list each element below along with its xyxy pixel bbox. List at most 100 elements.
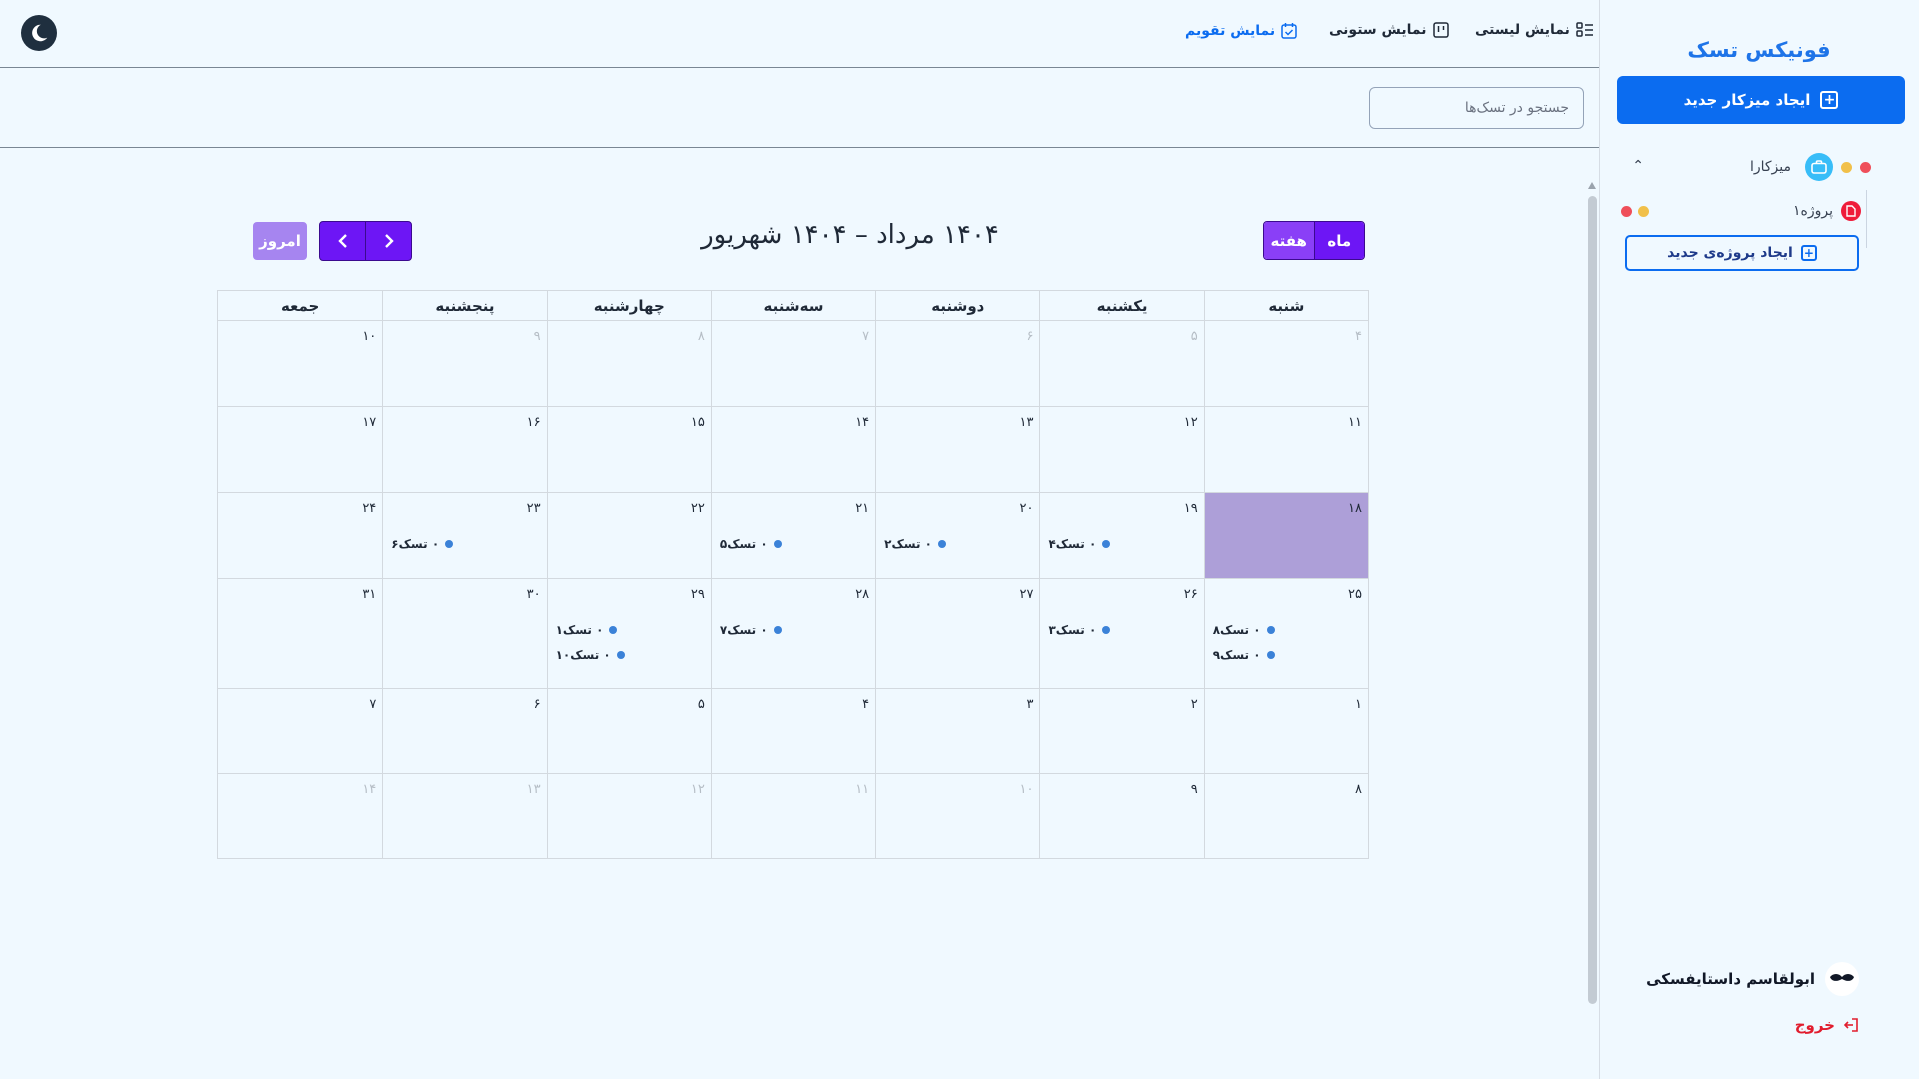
calendar-body: ۴ ۵ ۶ ۷ ۸ ۹ ۱۰ ۱۱ ۱۲ ۱۳ ۱۴ ۱۵ ۱۶ ۱۷ ۱۸ ۱۹ ۰ تسک۴ ۲۰ ۰ تسک۲… xyxy=(218,321,1368,858)
calendar-day-cell[interactable]: ۳ xyxy=(875,689,1040,774)
calendar-event[interactable]: ۰ تسک۷ xyxy=(720,617,867,642)
calendar-day-cell[interactable]: ۱۶ xyxy=(382,407,547,493)
calendar-day-cell[interactable]: ۵ xyxy=(546,689,711,774)
calendar-day-cell[interactable]: ۸ xyxy=(546,321,711,407)
calendar-day-cell[interactable]: ۴ xyxy=(710,689,876,774)
user-name: ابولقاسم داستایفسکی xyxy=(1646,970,1815,988)
calendar-nav-group xyxy=(319,221,412,261)
logout-button[interactable]: خروج xyxy=(1795,1016,1859,1034)
calendar-day-cell[interactable]: ۲۹ ۰ تسک۱ ۰ تسک۱۰ xyxy=(546,579,711,689)
calendar-day-cell[interactable]: ۲۱ ۰ تسک۵ xyxy=(710,493,876,579)
calendar-event[interactable]: ۰ تسک۱ xyxy=(556,617,703,642)
event-dot-icon xyxy=(1266,625,1275,634)
calendar-event[interactable]: ۰ تسک۳ xyxy=(1048,617,1195,642)
tab-list-view[interactable]: نمایش لیستی xyxy=(1475,22,1594,38)
day-number: ۲۴ xyxy=(362,501,377,516)
mustache-icon xyxy=(1830,974,1854,981)
scrollbar[interactable] xyxy=(1587,182,1597,1008)
calendar-view-switch: هفته ماه xyxy=(1263,221,1365,260)
week-view-button[interactable]: هفته xyxy=(1264,222,1314,259)
calendar-day-cell[interactable]: ۴ xyxy=(1203,321,1368,407)
day-number: ۱۱ xyxy=(1348,415,1362,430)
day-number: ۴ xyxy=(1355,329,1362,344)
event-label: ۰ تسک۹ xyxy=(1212,647,1261,662)
calendar-day-cell[interactable]: ۱۴ xyxy=(218,774,382,858)
brand-logo-text: فونیکس تسک xyxy=(1687,38,1831,62)
today-button[interactable]: امروز xyxy=(253,222,307,260)
calendar-day-cell[interactable]: ۱۳ xyxy=(875,407,1040,493)
search-input[interactable] xyxy=(1369,87,1584,129)
new-project-button[interactable]: + ایجاد پروژه‌ی جدید xyxy=(1625,235,1859,271)
calendar-day-cell[interactable]: ۳۰ xyxy=(382,579,547,689)
event-dot-icon xyxy=(1266,650,1275,659)
calendar-day-cell[interactable]: ۱۷ xyxy=(218,407,383,493)
calendar-event[interactable]: ۰ تسک۲ xyxy=(884,531,1031,556)
search-bar xyxy=(0,68,1599,148)
calendar-day-cell[interactable]: ۱۰ xyxy=(875,774,1039,858)
calendar-event[interactable]: ۰ تسک۵ xyxy=(720,531,867,556)
day-number: ۲۰ xyxy=(1019,501,1034,516)
calendar-day-cell[interactable]: ۷ xyxy=(710,321,876,407)
scroll-up-arrow-icon[interactable] xyxy=(1588,182,1596,189)
theme-toggle-button[interactable] xyxy=(21,15,57,51)
sidebar-item-workspace[interactable]: میزکارا xyxy=(1631,152,1871,182)
calendar-day-cell[interactable]: ۱۲ xyxy=(546,774,711,858)
tab-column-view[interactable]: نمایش ستونی xyxy=(1329,22,1449,38)
day-number: ۲۵ xyxy=(1348,587,1362,602)
calendar-day-cell[interactable]: ۱۱ xyxy=(710,774,875,858)
calendar-day-cell[interactable]: ۲۰ ۰ تسک۲ xyxy=(875,493,1040,579)
event-list: ۰ تسک۱ ۰ تسک۱۰ xyxy=(556,617,703,667)
scroll-thumb[interactable] xyxy=(1588,196,1597,1004)
status-dot xyxy=(1638,205,1649,217)
calendar-day-cell[interactable]: ۲۴ xyxy=(218,493,383,579)
calendar-day-cell[interactable]: ۲۶ ۰ تسک۳ xyxy=(1039,579,1204,689)
status-dot xyxy=(1841,161,1852,173)
day-number: ۲۳ xyxy=(526,501,541,516)
tab-calendar-view[interactable]: نمایش تقویم xyxy=(1185,22,1297,39)
weekday-header-cell: جمعه xyxy=(280,296,320,315)
calendar-day-cell[interactable]: ۶ xyxy=(382,689,547,774)
next-button[interactable] xyxy=(365,222,411,260)
event-dot-icon xyxy=(773,539,782,548)
calendar-event[interactable]: ۰ تسک۹ xyxy=(1213,642,1360,667)
calendar-day-cell[interactable]: ۸ xyxy=(1203,774,1368,858)
new-workspace-button[interactable]: + ایجاد میزکار جدید xyxy=(1617,76,1905,124)
month-view-button[interactable]: ماه xyxy=(1313,222,1364,259)
calendar-day-cell[interactable]: ۹ xyxy=(382,321,547,407)
day-number: ۴ xyxy=(862,697,870,712)
calendar-day-cell[interactable]: ۱۳ xyxy=(382,774,546,858)
calendar-day-cell[interactable]: ۱۵ xyxy=(546,407,711,493)
day-number: ۲۹ xyxy=(690,587,705,602)
calendar-day-cell-today[interactable]: ۱۸ xyxy=(1203,493,1368,579)
new-project-label: ایجاد پروژه‌ی جدید xyxy=(1667,245,1793,261)
event-dot-icon xyxy=(1102,539,1111,548)
calendar-day-cell[interactable]: ۲۷ xyxy=(875,579,1040,689)
calendar-day-cell[interactable]: ۲ xyxy=(1039,689,1204,774)
day-number: ۹ xyxy=(1190,782,1198,797)
calendar-day-cell[interactable]: ۶ xyxy=(875,321,1040,407)
calendar-day-cell[interactable]: ۱ xyxy=(1203,689,1368,774)
calendar-day-cell[interactable]: ۱۴ xyxy=(710,407,876,493)
calendar-day-cell[interactable]: ۱۱ xyxy=(1203,407,1368,493)
calendar-day-cell[interactable]: ۲۸ ۰ تسک۷ xyxy=(710,579,876,689)
calendar-day-cell[interactable]: ۳۱ xyxy=(218,579,383,689)
calendar-event[interactable]: ۰ تسک۸ xyxy=(1213,617,1360,642)
calendar-day-cell[interactable]: ۱۲ xyxy=(1039,407,1204,493)
calendar-day-cell[interactable]: ۲۵ ۰ تسک۸ ۰ تسک۹ xyxy=(1203,579,1368,689)
calendar-day-cell[interactable]: ۷ xyxy=(218,689,383,774)
user-profile[interactable]: ابولقاسم داستایفسکی xyxy=(1646,962,1859,996)
calendar-event[interactable]: ۰ تسک۶ xyxy=(391,531,538,556)
event-list: ۰ تسک۲ xyxy=(884,531,1031,556)
calendar-day-cell[interactable]: ۱۹ ۰ تسک۴ xyxy=(1039,493,1204,579)
sidebar-item-project[interactable]: پروژه۱ xyxy=(1621,198,1861,224)
calendar-day-cell[interactable]: ۱۰ xyxy=(218,321,383,407)
prev-button[interactable] xyxy=(320,222,365,260)
calendar-event[interactable]: ۰ تسک۴ xyxy=(1048,531,1195,556)
calendar-day-cell[interactable]: ۲۳ ۰ تسک۶ xyxy=(382,493,547,579)
calendar-day-cell[interactable]: ۲۲ xyxy=(546,493,711,579)
calendar-event[interactable]: ۰ تسک۱۰ xyxy=(556,642,703,667)
calendar-grid: شنبه یکشنبه دوشنبه سه‌شنبه چهارشنبه پنجشنبه جم… xyxy=(217,290,1369,859)
calendar-day-cell[interactable]: ۵ xyxy=(1039,321,1204,407)
calendar-day-cell[interactable]: ۹ xyxy=(1039,774,1203,858)
tab-list-view-label: نمایش لیستی xyxy=(1475,22,1570,38)
